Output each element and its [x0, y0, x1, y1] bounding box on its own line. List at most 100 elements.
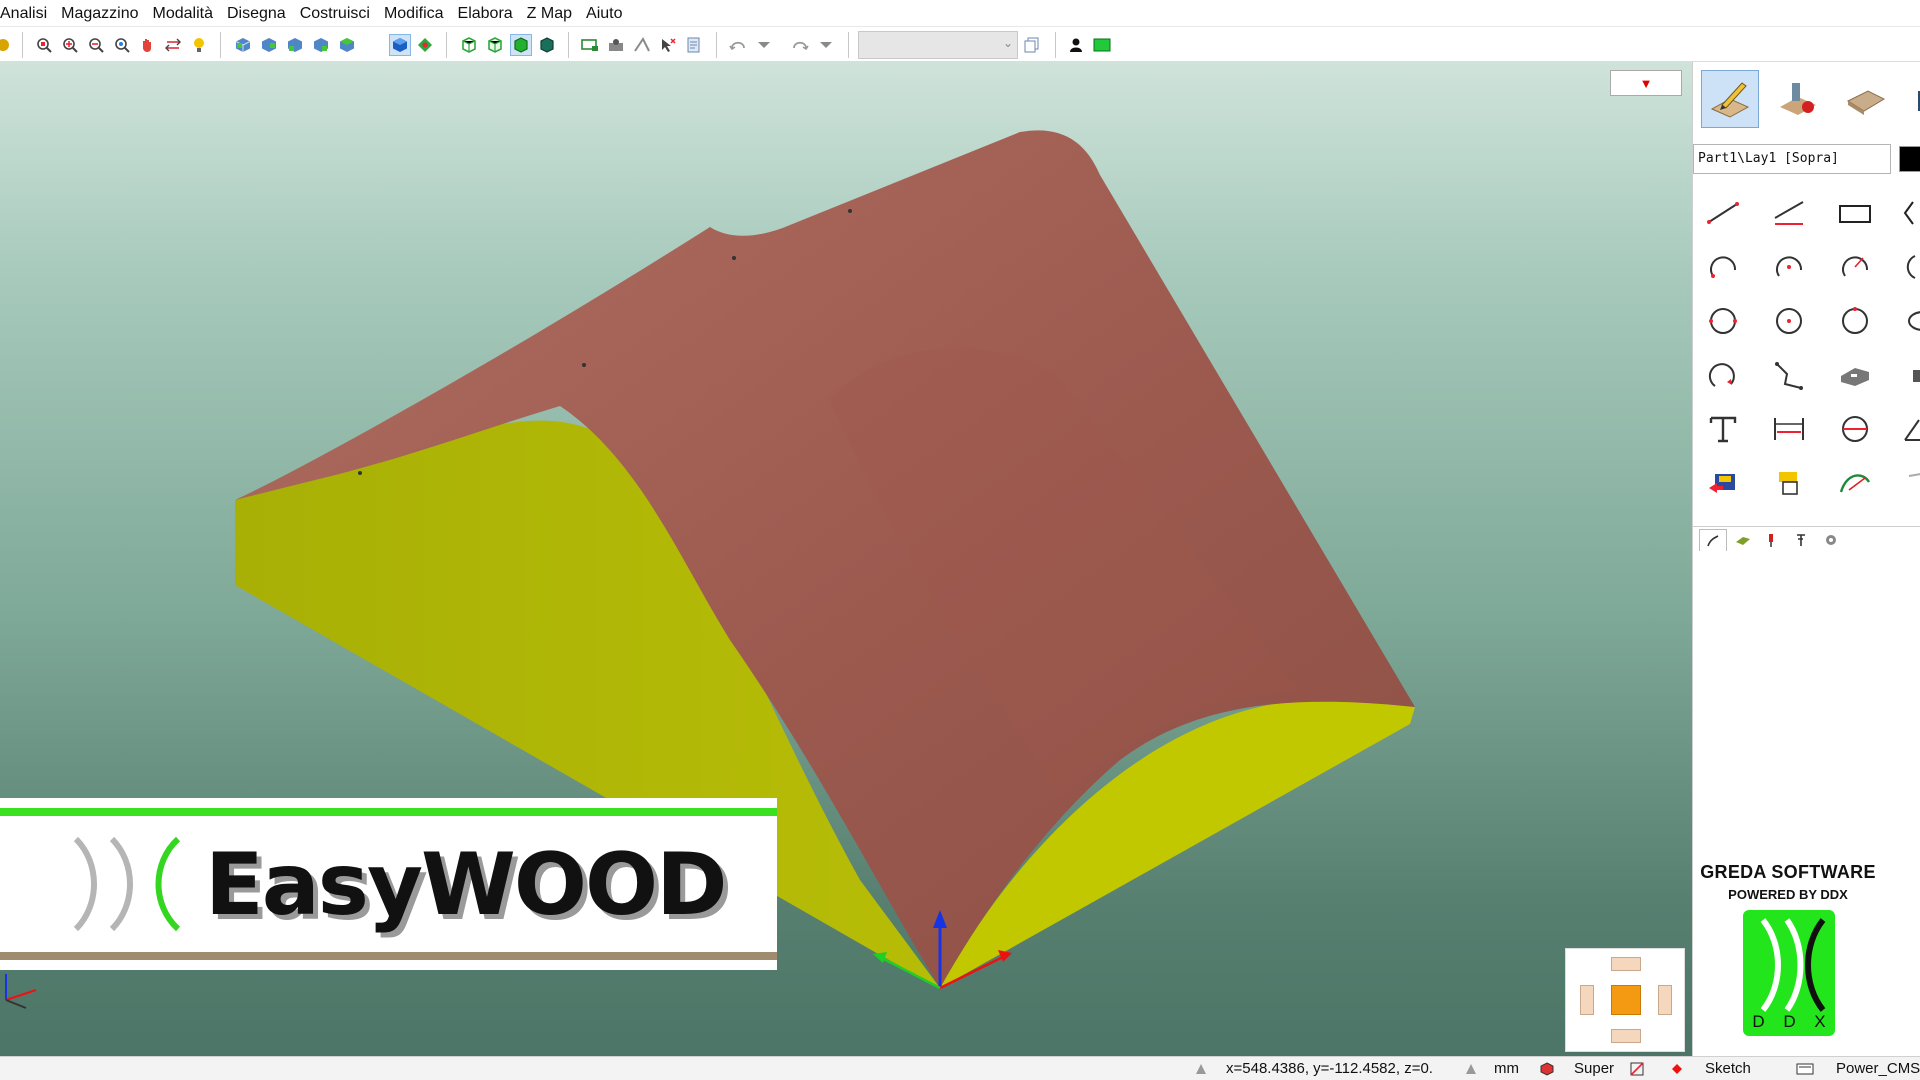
zoom-in-icon[interactable] [59, 34, 81, 56]
diameter-tool-icon[interactable] [1829, 404, 1881, 454]
menu-modifica[interactable]: Modifica [377, 0, 451, 26]
curve-tool-icon[interactable] [1829, 458, 1881, 508]
menu-modalita[interactable]: Modalità [146, 0, 220, 26]
block-tool-icon[interactable] [1763, 458, 1815, 508]
caret-down-icon: ▼ [1639, 75, 1653, 91]
arc-tangent-icon[interactable] [1829, 242, 1881, 292]
view-top-icon[interactable] [336, 34, 358, 56]
rotate-cube-icon[interactable] [414, 34, 436, 56]
report-icon[interactable] [683, 34, 705, 56]
mode-drawing-button[interactable] [1701, 70, 1759, 128]
toolbar-separator [446, 32, 447, 58]
arc-direction-icon[interactable] [1697, 350, 1749, 400]
view-right-icon[interactable] [310, 34, 332, 56]
rotate-view-icon[interactable] [162, 34, 184, 56]
tab-settings-icon[interactable] [1817, 529, 1845, 551]
line-tool-icon[interactable] [1697, 188, 1749, 238]
view-options-dropdown[interactable]: ▼ [1610, 70, 1682, 96]
nav-face-center[interactable] [1611, 985, 1641, 1015]
machine-icon[interactable] [605, 34, 627, 56]
status-bar: x=548.4386, y=-112.4582, z=0. mm Super S… [0, 1056, 1920, 1080]
status-mode[interactable]: Super [1574, 1060, 1614, 1077]
shading-hidden-icon[interactable] [484, 34, 506, 56]
panel-shape-icon[interactable] [1829, 350, 1881, 400]
undo-icon[interactable] [727, 34, 749, 56]
circle-3-points-icon[interactable] [1697, 296, 1749, 346]
shape-extra-icon[interactable] [1893, 350, 1920, 400]
panel-green-icon[interactable] [579, 34, 601, 56]
layer-color-swatch[interactable] [1899, 146, 1920, 172]
nav-face-right[interactable] [1658, 985, 1672, 1015]
machine-status-icon [1796, 1060, 1814, 1078]
user-icon[interactable] [1065, 34, 1087, 56]
angle-tool-icon[interactable] [1893, 404, 1920, 454]
iso-view-blue-icon[interactable] [389, 34, 411, 56]
tab-drill-icon[interactable] [1757, 529, 1785, 551]
polygon-tool-icon[interactable] [1893, 188, 1920, 238]
menu-disegna[interactable]: Disegna [220, 0, 293, 26]
navigation-cube[interactable] [1565, 948, 1685, 1052]
shading-solid-icon[interactable] [510, 34, 532, 56]
triad-y [5, 999, 27, 1009]
mode-nesting-button[interactable] [1837, 70, 1895, 128]
pan-hand-icon[interactable] [136, 34, 158, 56]
3d-viewport[interactable]: ▼ EasyWOOD [0, 62, 1692, 1056]
menu-costruisci[interactable]: Costruisci [293, 0, 377, 26]
nav-face-left[interactable] [1580, 985, 1594, 1015]
wood-panel-icon [1846, 90, 1886, 115]
ddx-letter: D [1752, 1012, 1765, 1031]
text-tool-icon[interactable] [1697, 404, 1749, 454]
nav-face-top[interactable] [1611, 957, 1641, 971]
light-bulb-icon[interactable] [188, 34, 210, 56]
circle-center-icon[interactable] [1763, 296, 1815, 346]
tool-path-icon[interactable] [631, 34, 653, 56]
arc-extra-icon[interactable] [1893, 242, 1920, 292]
shading-wire-icon[interactable] [458, 34, 480, 56]
status-green-icon[interactable] [1091, 34, 1113, 56]
menu-aiuto[interactable]: Aiuto [579, 0, 629, 26]
view-front-icon[interactable] [232, 34, 254, 56]
tab-mill-icon[interactable] [1787, 529, 1815, 551]
globe-icon[interactable] [0, 34, 14, 56]
view-back-icon[interactable] [258, 34, 280, 56]
undo-dropdown-icon[interactable] [753, 34, 775, 56]
zoom-out-icon[interactable] [85, 34, 107, 56]
ellipse-tool-icon[interactable] [1893, 296, 1920, 346]
cursor-select-icon[interactable] [657, 34, 679, 56]
status-units[interactable]: mm [1494, 1060, 1519, 1077]
grid-snap-icon[interactable] [1628, 1060, 1646, 1078]
menu-z-map[interactable]: Z Map [520, 0, 579, 26]
main-toolbar: ⌄ [0, 26, 1920, 62]
toolbar-combo[interactable]: ⌄ [858, 31, 1018, 59]
rectangle-tool-icon[interactable] [1829, 188, 1881, 238]
redo-icon[interactable] [789, 34, 811, 56]
zoom-extents-icon[interactable] [111, 34, 133, 56]
parallel-line-tool-icon[interactable] [1763, 188, 1815, 238]
arc-3-points-icon[interactable] [1697, 242, 1749, 292]
menu-elabora[interactable]: Elabora [451, 0, 520, 26]
menu-magazzino[interactable]: Magazzino [54, 0, 145, 26]
mode-cam-button[interactable] [1769, 70, 1827, 128]
circle-tangent-icon[interactable] [1829, 296, 1881, 346]
red-diamond-icon[interactable] [1668, 1060, 1686, 1078]
import-tool-icon[interactable] [1697, 458, 1749, 508]
ddx-logo-mark [1760, 918, 1826, 1012]
nav-face-bottom[interactable] [1611, 1029, 1641, 1043]
tab-draw-icon[interactable] [1699, 529, 1727, 551]
copy-icon[interactable] [1021, 34, 1043, 56]
dimension-tool-icon[interactable] [1763, 404, 1815, 454]
cube-icon[interactable] [1538, 1060, 1556, 1078]
zoom-window-icon[interactable] [33, 34, 55, 56]
arc-center-icon[interactable] [1763, 242, 1815, 292]
redo-dropdown-icon[interactable] [815, 34, 837, 56]
layer-field[interactable]: Part1\Lay1 [Sopra] [1693, 144, 1891, 174]
curve-extra-icon[interactable] [1893, 458, 1920, 508]
menu-analisi[interactable]: Analisi [0, 0, 54, 26]
mode-extra-button[interactable] [1897, 70, 1920, 128]
chevron-down-icon[interactable]: ⌄ [1003, 36, 1013, 50]
shading-dark-icon[interactable] [536, 34, 558, 56]
tab-solid-icon[interactable] [1729, 529, 1757, 551]
status-sketch[interactable]: Sketch [1705, 1060, 1751, 1077]
polyline-tool-icon[interactable] [1763, 350, 1815, 400]
view-left-icon[interactable] [284, 34, 306, 56]
